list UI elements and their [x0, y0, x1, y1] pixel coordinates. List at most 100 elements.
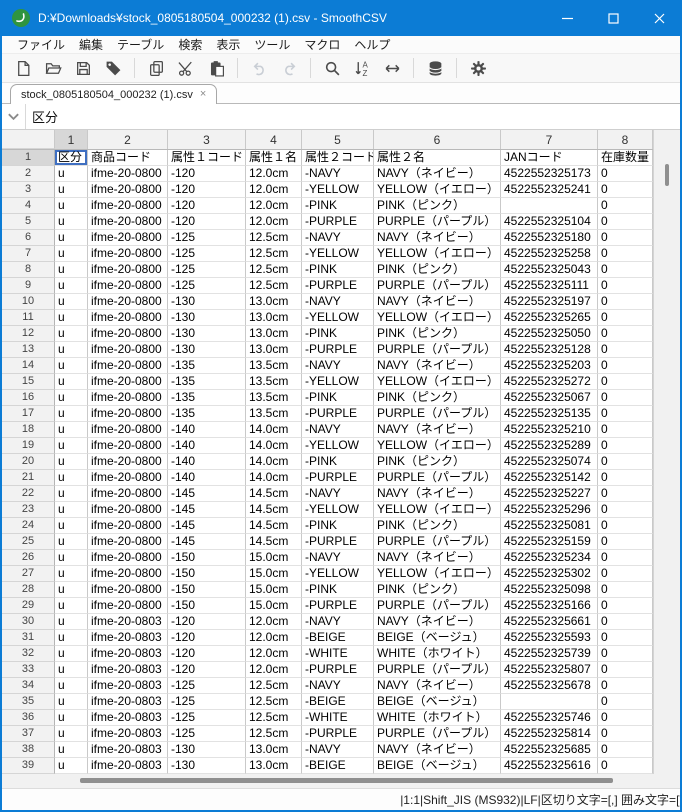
- grid-cell[interactable]: NAVY（ネイビー）: [374, 550, 501, 566]
- grid-cell[interactable]: u: [55, 582, 88, 598]
- grid-cell[interactable]: -125: [168, 278, 246, 294]
- grid-cell[interactable]: 4522552325043: [501, 262, 598, 278]
- settings-button[interactable]: [463, 55, 493, 81]
- grid-cell[interactable]: PINK（ピンク）: [374, 454, 501, 470]
- grid-cell[interactable]: 0: [598, 342, 653, 358]
- grid-cell[interactable]: ifme-20-0800: [88, 358, 168, 374]
- grid-cell[interactable]: ifme-20-0803: [88, 678, 168, 694]
- grid-cell[interactable]: 区分: [55, 150, 88, 166]
- grid-cell[interactable]: 0: [598, 262, 653, 278]
- grid-cell[interactable]: ifme-20-0800: [88, 406, 168, 422]
- row-header-26[interactable]: 26: [2, 550, 55, 566]
- grid-cell[interactable]: ifme-20-0800: [88, 230, 168, 246]
- grid-cell[interactable]: BEIGE（ベージュ）: [374, 630, 501, 646]
- grid-cell[interactable]: -130: [168, 294, 246, 310]
- grid-cell[interactable]: u: [55, 742, 88, 758]
- grid-cell[interactable]: 12.0cm: [246, 662, 302, 678]
- grid-cell[interactable]: 属性２名: [374, 150, 501, 166]
- grid-cell[interactable]: 4522552325241: [501, 182, 598, 198]
- grid-cell[interactable]: u: [55, 694, 88, 710]
- grid-cell[interactable]: 12.0cm: [246, 614, 302, 630]
- grid-cell[interactable]: u: [55, 726, 88, 742]
- grid-cell[interactable]: NAVY（ネイビー）: [374, 422, 501, 438]
- grid-cell[interactable]: 14.0cm: [246, 438, 302, 454]
- grid-cell[interactable]: u: [55, 246, 88, 262]
- grid-cell[interactable]: 13.5cm: [246, 406, 302, 422]
- menu-item-table[interactable]: テーブル: [110, 36, 171, 53]
- grid-cell[interactable]: 12.0cm: [246, 646, 302, 662]
- grid-cell[interactable]: 0: [598, 486, 653, 502]
- grid-cell[interactable]: ifme-20-0800: [88, 550, 168, 566]
- grid-cell[interactable]: 属性２コード: [302, 150, 374, 166]
- grid-cell[interactable]: 0: [598, 678, 653, 694]
- cell-value-display[interactable]: 区分: [26, 104, 58, 129]
- grid-cell[interactable]: -125: [168, 710, 246, 726]
- grid-cell[interactable]: -PINK: [302, 262, 374, 278]
- row-header-4[interactable]: 4: [2, 198, 55, 214]
- search-button[interactable]: [317, 55, 347, 81]
- cut-button[interactable]: [171, 55, 201, 81]
- grid-cell[interactable]: 0: [598, 198, 653, 214]
- grid-cell[interactable]: 0: [598, 566, 653, 582]
- grid-cell[interactable]: 13.0cm: [246, 310, 302, 326]
- tag-button[interactable]: [98, 55, 128, 81]
- grid-cell[interactable]: 4522552325296: [501, 502, 598, 518]
- grid-cell[interactable]: u: [55, 598, 88, 614]
- grid-cell[interactable]: -PURPLE: [302, 534, 374, 550]
- grid-cell[interactable]: 12.0cm: [246, 198, 302, 214]
- close-button[interactable]: [636, 0, 682, 36]
- grid-cell[interactable]: 0: [598, 230, 653, 246]
- grid-cell[interactable]: 0: [598, 166, 653, 182]
- grid-cell[interactable]: 13.0cm: [246, 742, 302, 758]
- grid-cell[interactable]: [501, 198, 598, 214]
- grid-cell[interactable]: 13.0cm: [246, 294, 302, 310]
- row-header-15[interactable]: 15: [2, 374, 55, 390]
- menu-item-tools[interactable]: ツール: [247, 36, 297, 53]
- grid-cell[interactable]: u: [55, 454, 88, 470]
- grid-cell[interactable]: u: [55, 662, 88, 678]
- grid-cell[interactable]: PURPLE（パープル）: [374, 214, 501, 230]
- grid-cell[interactable]: 12.5cm: [246, 278, 302, 294]
- grid-cell[interactable]: WHITE（ホワイト）: [374, 646, 501, 662]
- grid-cell[interactable]: 4522552325166: [501, 598, 598, 614]
- grid-cell[interactable]: ifme-20-0800: [88, 214, 168, 230]
- menu-item-search[interactable]: 検索: [171, 36, 209, 53]
- column-header-3[interactable]: 3: [168, 130, 246, 149]
- grid-cell[interactable]: -140: [168, 438, 246, 454]
- grid-cell[interactable]: ifme-20-0800: [88, 166, 168, 182]
- grid-cell[interactable]: 15.0cm: [246, 582, 302, 598]
- grid-cell[interactable]: ifme-20-0800: [88, 310, 168, 326]
- row-header-23[interactable]: 23: [2, 502, 55, 518]
- grid-cell[interactable]: 4522552325197: [501, 294, 598, 310]
- row-header-2[interactable]: 2: [2, 166, 55, 182]
- grid-cell[interactable]: -WHITE: [302, 710, 374, 726]
- grid-cell[interactable]: PURPLE（パープル）: [374, 406, 501, 422]
- grid-cell[interactable]: 13.0cm: [246, 342, 302, 358]
- grid-cell[interactable]: -YELLOW: [302, 374, 374, 390]
- row-header-1[interactable]: 1: [2, 150, 55, 166]
- grid-cell[interactable]: YELLOW（イエロー）: [374, 566, 501, 582]
- grid-cell[interactable]: 0: [598, 710, 653, 726]
- grid-cell[interactable]: 0: [598, 390, 653, 406]
- grid-cell[interactable]: ifme-20-0803: [88, 742, 168, 758]
- grid-cell[interactable]: u: [55, 758, 88, 774]
- grid-cell[interactable]: 0: [598, 550, 653, 566]
- grid-cell[interactable]: BEIGE（ベージュ）: [374, 694, 501, 710]
- horizontal-scrollbar-thumb[interactable]: [80, 778, 613, 783]
- grid-cell[interactable]: 0: [598, 214, 653, 230]
- grid-cell[interactable]: 12.0cm: [246, 182, 302, 198]
- grid-cell[interactable]: -PINK: [302, 582, 374, 598]
- grid-cell[interactable]: -135: [168, 358, 246, 374]
- grid-cell[interactable]: 13.0cm: [246, 758, 302, 774]
- row-header-35[interactable]: 35: [2, 694, 55, 710]
- grid-cell[interactable]: 0: [598, 726, 653, 742]
- grid-cell[interactable]: ifme-20-0800: [88, 342, 168, 358]
- row-header-11[interactable]: 11: [2, 310, 55, 326]
- grid-cell[interactable]: ifme-20-0800: [88, 326, 168, 342]
- grid-cell[interactable]: 14.5cm: [246, 486, 302, 502]
- grid-cell[interactable]: ifme-20-0800: [88, 294, 168, 310]
- grid-cell[interactable]: 0: [598, 182, 653, 198]
- row-header-16[interactable]: 16: [2, 390, 55, 406]
- row-header-37[interactable]: 37: [2, 726, 55, 742]
- grid-cell[interactable]: PINK（ピンク）: [374, 262, 501, 278]
